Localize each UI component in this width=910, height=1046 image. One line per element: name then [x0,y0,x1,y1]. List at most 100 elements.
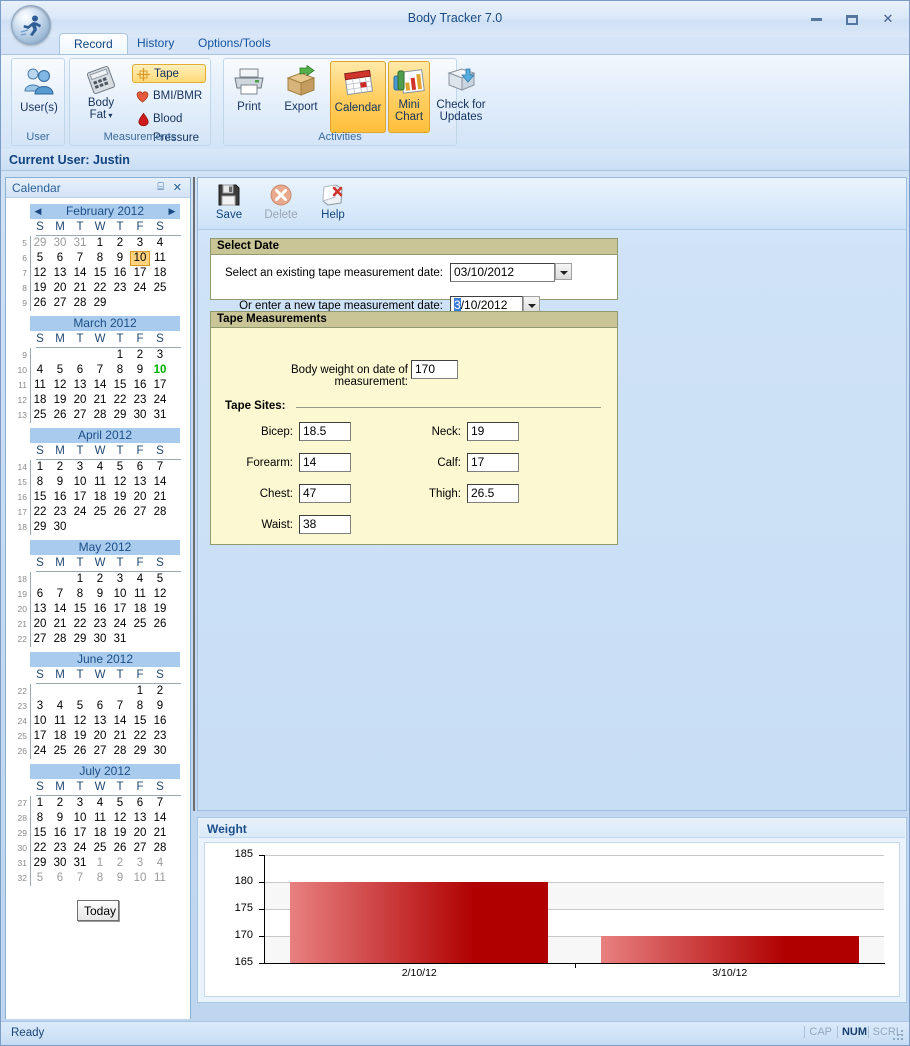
calendar-day[interactable]: 19 [150,602,170,617]
delete-button[interactable]: Delete [256,182,306,221]
calendar-day[interactable]: 20 [130,490,150,505]
calendar-day[interactable]: 3 [70,460,90,475]
calendar-day[interactable]: 14 [110,714,130,729]
calendar-day[interactable]: 12 [70,714,90,729]
calendar-day[interactable]: 27 [30,632,50,647]
calendar-day[interactable]: 16 [110,266,130,281]
calendar-day[interactable]: 31 [70,236,90,251]
calendar-day[interactable]: 11 [50,714,70,729]
calendar-day[interactable]: 12 [110,475,130,490]
calendar-day[interactable]: 4 [130,572,150,587]
calendar-day[interactable]: 2 [130,348,150,363]
calendar-day[interactable]: 7 [150,460,170,475]
calendar-day[interactable]: 26 [110,505,130,520]
calendar-day[interactable]: 2 [50,796,70,811]
calendar-day[interactable]: 24 [70,505,90,520]
calendar-day[interactable]: 21 [50,617,70,632]
calendar-day[interactable]: 10 [30,714,50,729]
calendar-day[interactable]: 11 [90,475,110,490]
calendar-day[interactable]: 29 [30,856,50,871]
panel-splitter[interactable] [193,177,195,811]
body-fat-button[interactable]: Body Fat ▾ [74,65,128,122]
calendar-day[interactable]: 7 [110,699,130,714]
calendar-day[interactable]: 17 [110,602,130,617]
calendar-day[interactable]: 28 [150,505,170,520]
calendar-day[interactable]: 29 [90,296,110,311]
calendar-day[interactable]: 15 [90,266,110,281]
help-button[interactable]: Help [308,182,358,221]
calendar-day[interactable]: 4 [30,363,50,378]
calendar-day[interactable]: 29 [70,632,90,647]
calendar-day[interactable]: 17 [130,266,150,281]
close-button[interactable]: ✕ [875,9,901,29]
calendar-day[interactable]: 25 [30,408,50,423]
calendar-day[interactable]: 29 [30,520,50,535]
calendar-day[interactable]: 19 [30,281,50,296]
calendar-day[interactable]: 14 [90,378,110,393]
calendar-day[interactable]: 21 [110,729,130,744]
calendar-day[interactable]: 20 [50,281,70,296]
chest-input[interactable]: 47 [299,484,351,503]
calendar-day[interactable]: 15 [30,490,50,505]
calendar-day[interactable]: 9 [90,587,110,602]
calendar-prev-month-button[interactable]: ◀ [32,205,44,218]
calendar-day[interactable]: 17 [150,378,170,393]
calendar-day[interactable]: 20 [130,826,150,841]
thigh-input[interactable]: 26.5 [467,484,519,503]
calendar-day[interactable]: 5 [70,699,90,714]
calendar-day[interactable]: 12 [50,378,70,393]
calendar-day[interactable]: 7 [70,251,90,266]
calendar-day[interactable]: 6 [70,363,90,378]
calendar-day[interactable]: 5 [110,796,130,811]
calendar-day[interactable]: 3 [130,856,150,871]
calendar-day[interactable]: 1 [110,348,130,363]
calendar-day[interactable]: 18 [30,393,50,408]
calendar-day[interactable]: 14 [70,266,90,281]
tab-history[interactable]: History [123,33,188,55]
calendar-day[interactable]: 2 [150,684,170,699]
calendar-day[interactable]: 10 [130,871,150,886]
calendar-day[interactable]: 19 [110,826,130,841]
calendar-day[interactable]: 4 [50,699,70,714]
calendar-day[interactable]: 9 [130,363,150,378]
calendar-day[interactable]: 25 [90,841,110,856]
calendar-day[interactable]: 17 [70,826,90,841]
calendar-next-month-button[interactable]: ▶ [166,205,178,218]
calendar-day[interactable]: 6 [130,796,150,811]
calendar-day[interactable]: 8 [90,871,110,886]
calendar-day[interactable]: 9 [110,871,130,886]
calendar-day[interactable]: 16 [130,378,150,393]
neck-input[interactable]: 19 [467,422,519,441]
existing-date-combo-input[interactable]: 03/10/2012 [450,263,555,282]
calendar-day[interactable]: 24 [130,281,150,296]
calendar-day[interactable]: 24 [30,744,50,759]
close-icon[interactable]: ✕ [173,181,182,194]
measurement-item-blood-pressure[interactable]: Blood Pressure [132,110,210,144]
calendar-day[interactable]: 25 [150,281,170,296]
calendar-day[interactable]: 7 [90,363,110,378]
tab-record[interactable]: Record [59,33,128,55]
calendar-day[interactable]: 18 [90,826,110,841]
calendar-day[interactable]: 9 [50,475,70,490]
mini-chart-button[interactable]: Mini Chart [388,61,430,133]
calendar-day[interactable]: 2 [110,236,130,251]
calendar-day[interactable]: 25 [50,744,70,759]
calendar-day[interactable]: 30 [50,520,70,535]
calendar-day[interactable]: 28 [90,408,110,423]
calendar-day[interactable]: 31 [110,632,130,647]
calendar-day[interactable]: 5 [30,871,50,886]
calendar-day[interactable]: 2 [90,572,110,587]
calendar-day[interactable]: 6 [50,871,70,886]
export-button[interactable]: Export [276,65,326,113]
calendar-day[interactable]: 11 [150,871,170,886]
calendar-day[interactable]: 6 [50,251,70,266]
calendar-day[interactable]: 29 [30,236,50,251]
calendar-day[interactable]: 22 [30,841,50,856]
calendar-day[interactable]: 1 [130,684,150,699]
calendar-day[interactable]: 5 [110,460,130,475]
calendar-button[interactable]: Calendar [330,61,386,133]
calendar-day[interactable]: 8 [70,587,90,602]
today-button[interactable]: Today [77,900,119,921]
weight-chart-plot-area[interactable]: 165 170 175 180 185 2/10/12 3/10/12 [204,842,900,997]
tab-options-tools[interactable]: Options/Tools [184,33,285,55]
